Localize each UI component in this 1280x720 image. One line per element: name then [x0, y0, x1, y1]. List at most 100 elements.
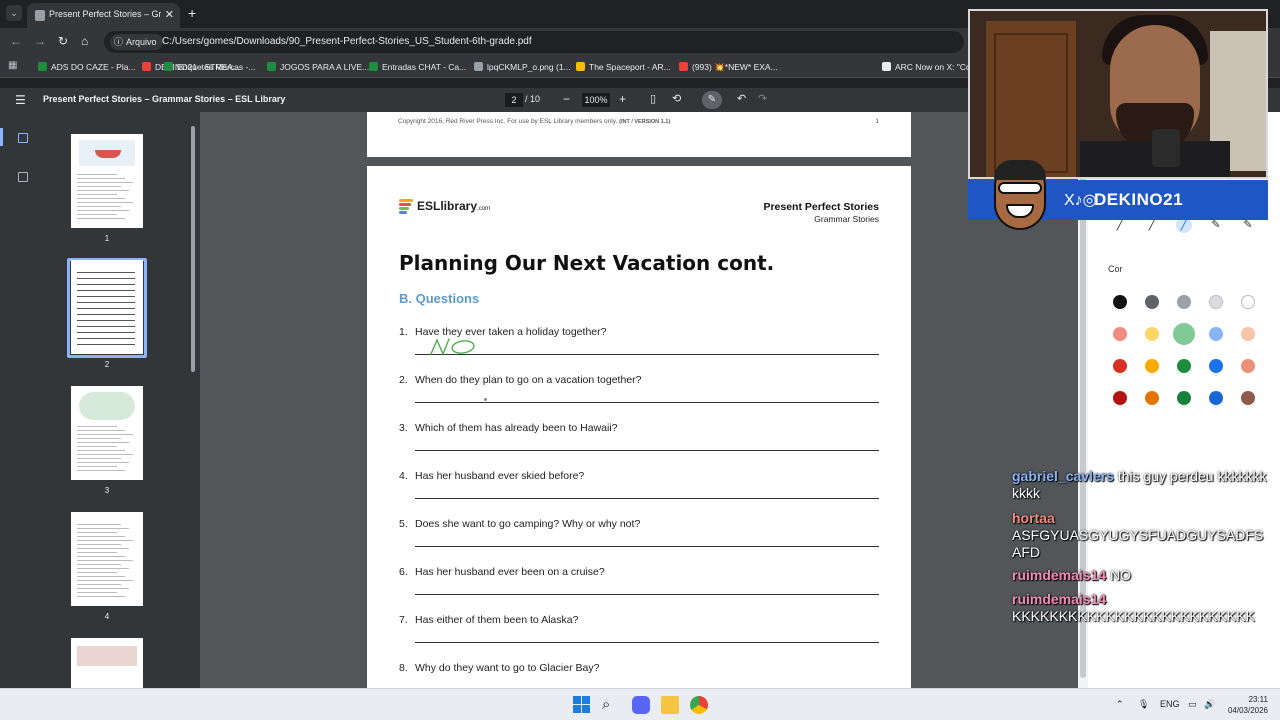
- chat-message: ruimdemais14 NO: [1012, 567, 1270, 584]
- color-swatch[interactable]: [1113, 359, 1127, 373]
- handwritten-answer: NO: [430, 338, 475, 356]
- copyright-text: Copyright 2016, Red River Press Inc. For…: [398, 118, 671, 125]
- color-swatch[interactable]: [1241, 359, 1255, 373]
- page-number-input[interactable]: 2: [505, 93, 523, 107]
- color-swatch[interactable]: [1173, 323, 1195, 345]
- network-icon[interactable]: ▭: [1188, 699, 1197, 710]
- back-icon[interactable]: ←: [10, 34, 22, 48]
- fit-page-icon[interactable]: ▯: [650, 92, 656, 106]
- color-swatch[interactable]: [1241, 327, 1255, 341]
- bookmark-item[interactable]: Enquetes Marcas -...: [164, 60, 255, 74]
- chat-message: ruimdemais14 KKKKKKKKKKKKKKKKKKKKKKKKKK: [1012, 591, 1270, 625]
- thumbnail-1[interactable]: 1: [67, 134, 147, 254]
- discord-icon[interactable]: [632, 696, 650, 714]
- bookmark-favicon-icon: [882, 62, 891, 71]
- bookmark-item[interactable]: (993) 💥*NEW* EXA...: [679, 60, 778, 74]
- system-clock[interactable]: 23:11 04/03/2026: [1226, 694, 1268, 716]
- thumbnail-4[interactable]: 4: [67, 512, 147, 632]
- browser-tab[interactable]: Present Perfect Stories – Gramm ✕: [27, 3, 180, 28]
- apps-grid-icon[interactable]: ▦: [8, 61, 18, 71]
- chrome-icon[interactable]: [690, 696, 708, 714]
- cursor-dot: [484, 398, 487, 401]
- address-bar[interactable]: Arquivo C:/Users/gomes/Downloads/90_Pres…: [104, 31, 964, 53]
- question-text: Does she want to go camping? Why or why …: [415, 518, 641, 530]
- chat-username: gabriel_cavlers: [1012, 468, 1114, 484]
- bookmark-item[interactable]: Entradas CHAT - Ca...: [369, 60, 466, 74]
- thumbnail-2[interactable]: 2: [67, 258, 147, 380]
- thumbnail-3[interactable]: 3: [67, 386, 147, 506]
- bookmark-item[interactable]: ARC Now on X: "Co...: [882, 60, 978, 74]
- bookmark-item[interactable]: The Spaceport - AR...: [576, 60, 671, 74]
- answer-line[interactable]: [415, 498, 879, 499]
- header-subtitle: Grammar Stories: [814, 214, 879, 224]
- annotate-pen-icon[interactable]: ✎: [702, 91, 722, 109]
- color-swatch[interactable]: [1145, 327, 1159, 341]
- answer-line[interactable]: [415, 642, 879, 643]
- answer-line[interactable]: [415, 594, 879, 595]
- thumbnail-scrollbar[interactable]: [189, 118, 197, 684]
- color-swatch[interactable]: [1145, 359, 1159, 373]
- bookmark-item[interactable]: JOGOS PARA A LIVE...: [267, 60, 369, 74]
- forward-icon[interactable]: →: [34, 34, 46, 48]
- search-icon[interactable]: ⌕: [602, 696, 620, 714]
- answer-line[interactable]: [415, 450, 879, 451]
- color-swatch[interactable]: [1177, 359, 1191, 373]
- thumbnail-5[interactable]: [67, 638, 147, 688]
- file-explorer-icon[interactable]: [661, 696, 679, 714]
- microphone-icon[interactable]: 🎙: [1138, 699, 1149, 710]
- zoom-out-button[interactable]: −: [563, 92, 570, 106]
- bookmark-favicon-icon: [142, 62, 151, 71]
- color-swatch[interactable]: [1113, 295, 1127, 309]
- thumbnail-page: [71, 638, 143, 688]
- new-tab-button[interactable]: +: [188, 5, 196, 21]
- volume-icon[interactable]: 🔊: [1204, 699, 1215, 710]
- bookmark-label: JOGOS PARA A LIVE...: [280, 62, 370, 72]
- question-number: 7.: [399, 614, 408, 626]
- pdf-favicon-icon: [35, 10, 45, 21]
- color-swatch[interactable]: [1113, 391, 1127, 405]
- reload-icon[interactable]: ↻: [58, 34, 68, 48]
- tab-search-button[interactable]: ⌄: [6, 5, 22, 21]
- home-icon[interactable]: ⌂: [81, 34, 88, 48]
- color-swatch[interactable]: [1209, 295, 1223, 309]
- color-swatch[interactable]: [1145, 391, 1159, 405]
- chat-text: ASFGYUASGYUGYSFUADGUYSADFSAFD: [1012, 527, 1264, 560]
- answer-line[interactable]: [415, 402, 879, 403]
- menu-icon[interactable]: ☰: [15, 93, 26, 107]
- bookmark-item[interactable]: ADS DO CAZE - Pla...: [38, 60, 136, 74]
- bookmark-label: ADS DO CAZE - Pla...: [51, 62, 136, 72]
- question-number: 6.: [399, 566, 408, 578]
- tray-overflow-icon[interactable]: ⌃: [1116, 699, 1124, 710]
- color-swatch[interactable]: [1209, 359, 1223, 373]
- thumbnail-page: [71, 260, 143, 354]
- redo-icon[interactable]: ↷: [758, 92, 767, 106]
- color-swatch[interactable]: [1113, 327, 1127, 341]
- language-indicator[interactable]: ENG: [1160, 699, 1180, 709]
- bookmark-favicon-icon: [38, 62, 47, 71]
- undo-icon[interactable]: ↶: [737, 92, 746, 106]
- zoom-input[interactable]: 100%: [582, 93, 610, 107]
- answer-line[interactable]: [415, 354, 879, 355]
- windows-start-icon[interactable]: [573, 696, 591, 714]
- close-tab-icon[interactable]: ✕: [165, 8, 174, 21]
- zoom-in-button[interactable]: +: [619, 92, 626, 106]
- thumbnail-scrollbar-thumb[interactable]: [191, 126, 195, 372]
- color-swatch[interactable]: [1241, 295, 1255, 309]
- file-chip[interactable]: Arquivo: [110, 34, 163, 50]
- color-swatch[interactable]: [1177, 295, 1191, 309]
- color-swatch[interactable]: [1209, 391, 1223, 405]
- color-swatch[interactable]: [1241, 391, 1255, 405]
- color-swatch[interactable]: [1177, 391, 1191, 405]
- color-swatch[interactable]: [1145, 295, 1159, 309]
- answer-line[interactable]: [415, 546, 879, 547]
- streamer-handle: DEKINO21: [1094, 190, 1184, 209]
- page-total: / 10: [525, 94, 541, 104]
- page-title: Planning Our Next Vacation cont.: [399, 251, 775, 275]
- bookmark-item[interactable]: lpqCKMLP_o.png (1...: [474, 60, 571, 74]
- thumbnail-number: 4: [104, 612, 110, 621]
- outline-view-icon[interactable]: [18, 172, 28, 182]
- url-text[interactable]: C:/Users/gomes/Downloads/90_Present-Perf…: [162, 36, 532, 47]
- thumbnails-view-icon[interactable]: [18, 133, 28, 143]
- color-swatch[interactable]: [1209, 327, 1223, 341]
- rotate-icon[interactable]: ⟲: [672, 92, 681, 106]
